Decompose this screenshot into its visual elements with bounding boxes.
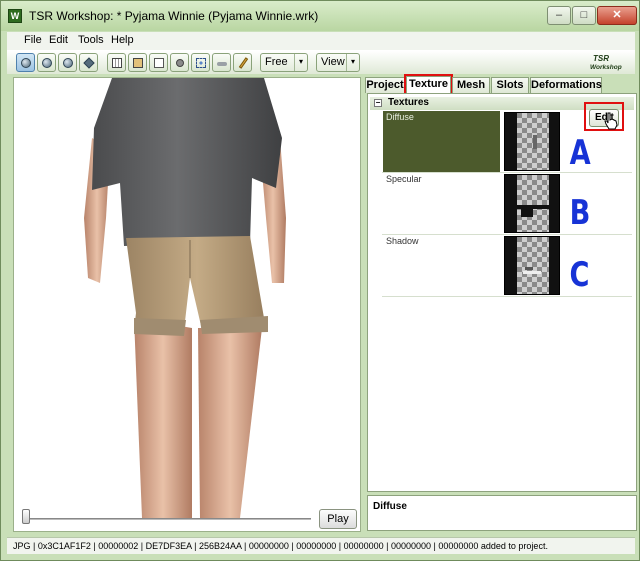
play-button[interactable]: Play <box>319 509 357 529</box>
normals-button[interactable] <box>170 53 189 72</box>
timeline-track[interactable] <box>25 518 311 520</box>
texture-thumbnail[interactable] <box>504 174 560 233</box>
panel-tabs: Project Texture Mesh Slots Deformations <box>365 74 637 95</box>
menu-edit[interactable]: Edit <box>49 34 68 46</box>
floor-button[interactable] <box>212 53 231 72</box>
smooth-view-button[interactable] <box>37 53 56 72</box>
svg-text:Workshop: Workshop <box>590 64 622 71</box>
close-button[interactable]: ✕ <box>597 6 637 25</box>
page-button[interactable] <box>149 53 168 72</box>
tab-project[interactable]: Project <box>365 77 405 93</box>
description-title: Diffuse <box>373 501 407 512</box>
tab-texture[interactable]: Texture <box>404 74 453 95</box>
sphere-icon <box>42 58 52 68</box>
texture-mark <box>521 205 533 217</box>
menu-bar: File Edit Tools Help <box>7 32 635 50</box>
app-window: W TSR Workshop: * Pyjama Winnie (Pyjama … <box>0 0 640 561</box>
annotation-letter: B <box>569 193 591 233</box>
status-bar: JPG | 0x3C1AF1F2 | 00000002 | DE7DF3EA |… <box>7 537 635 554</box>
texture-thumbnail[interactable] <box>504 112 560 171</box>
sphere-icon <box>21 58 31 68</box>
shaded-view-button[interactable] <box>16 53 35 72</box>
joints-button[interactable] <box>191 53 210 72</box>
hand-cursor-icon <box>604 112 618 130</box>
title-bar[interactable]: W TSR Workshop: * Pyjama Winnie (Pyjama … <box>1 1 639 31</box>
section-title: Textures <box>388 97 429 108</box>
chevron-down-icon: ▾ <box>294 54 307 71</box>
status-text: JPG | 0x3C1AF1F2 | 00000002 | DE7DF3EA |… <box>13 541 548 551</box>
menu-file[interactable]: File <box>24 34 42 46</box>
texture-mark <box>525 267 533 270</box>
floor-icon <box>217 62 227 66</box>
window-title: TSR Workshop: * Pyjama Winnie (Pyjama Wi… <box>29 9 319 23</box>
box-icon <box>133 58 143 68</box>
texture-mark <box>533 135 537 149</box>
wire-sphere-button[interactable] <box>58 53 77 72</box>
texture-mark <box>523 271 541 274</box>
diamond-icon <box>83 57 95 69</box>
texture-name: Specular <box>386 174 422 184</box>
collapse-icon[interactable]: − <box>374 99 382 107</box>
annotation-letter: A <box>569 133 591 173</box>
tab-deformations[interactable]: Deformations <box>530 77 602 93</box>
annotation-letter: C <box>569 255 590 295</box>
view-select[interactable]: View ▾ <box>316 53 360 72</box>
texture-row-shadow[interactable]: Shadow C <box>382 235 632 297</box>
texture-name: Shadow <box>386 236 419 246</box>
flat-view-button[interactable] <box>79 53 98 72</box>
3d-viewport[interactable] <box>13 77 361 532</box>
logo-icon: TSR Workshop <box>590 54 622 71</box>
tab-mesh[interactable]: Mesh <box>452 77 490 93</box>
sphere-icon <box>63 58 73 68</box>
molecule-icon <box>196 58 206 68</box>
camera-mode-select[interactable]: Free ▾ <box>260 53 308 72</box>
tsr-workshop-logo: TSR Workshop <box>589 53 629 71</box>
grid-button[interactable] <box>107 53 126 72</box>
texture-row-specular[interactable]: Specular B <box>382 173 632 235</box>
timeline-slider-handle[interactable] <box>22 509 30 524</box>
dot-icon <box>176 59 184 67</box>
tab-slots[interactable]: Slots <box>491 77 529 93</box>
chevron-down-icon: ▾ <box>346 54 359 71</box>
app-icon: W <box>8 9 22 23</box>
menu-help[interactable]: Help <box>111 34 134 46</box>
thumbnail-image <box>517 237 549 294</box>
camera-mode-value: Free <box>265 56 288 68</box>
menu-tools[interactable]: Tools <box>78 34 104 46</box>
page-icon <box>154 58 164 68</box>
toolbar: Free ▾ View ▾ <box>7 50 635 74</box>
view-value: View <box>321 56 345 68</box>
texture-thumbnail[interactable] <box>504 236 560 295</box>
grid-icon <box>112 58 122 68</box>
paint-button[interactable] <box>233 53 252 72</box>
maximize-button[interactable]: □ <box>572 6 596 25</box>
svg-text:TSR: TSR <box>593 54 609 63</box>
texture-name: Diffuse <box>386 112 414 122</box>
pencil-icon <box>238 57 249 69</box>
thumbnail-image <box>517 175 549 232</box>
description-box: Diffuse <box>367 495 637 531</box>
minimize-button[interactable]: – <box>547 6 571 25</box>
texture-panel: − Textures Diffuse A Specular B Shadow C <box>367 93 637 492</box>
bones-button[interactable] <box>128 53 147 72</box>
model-preview-icon <box>84 78 286 518</box>
